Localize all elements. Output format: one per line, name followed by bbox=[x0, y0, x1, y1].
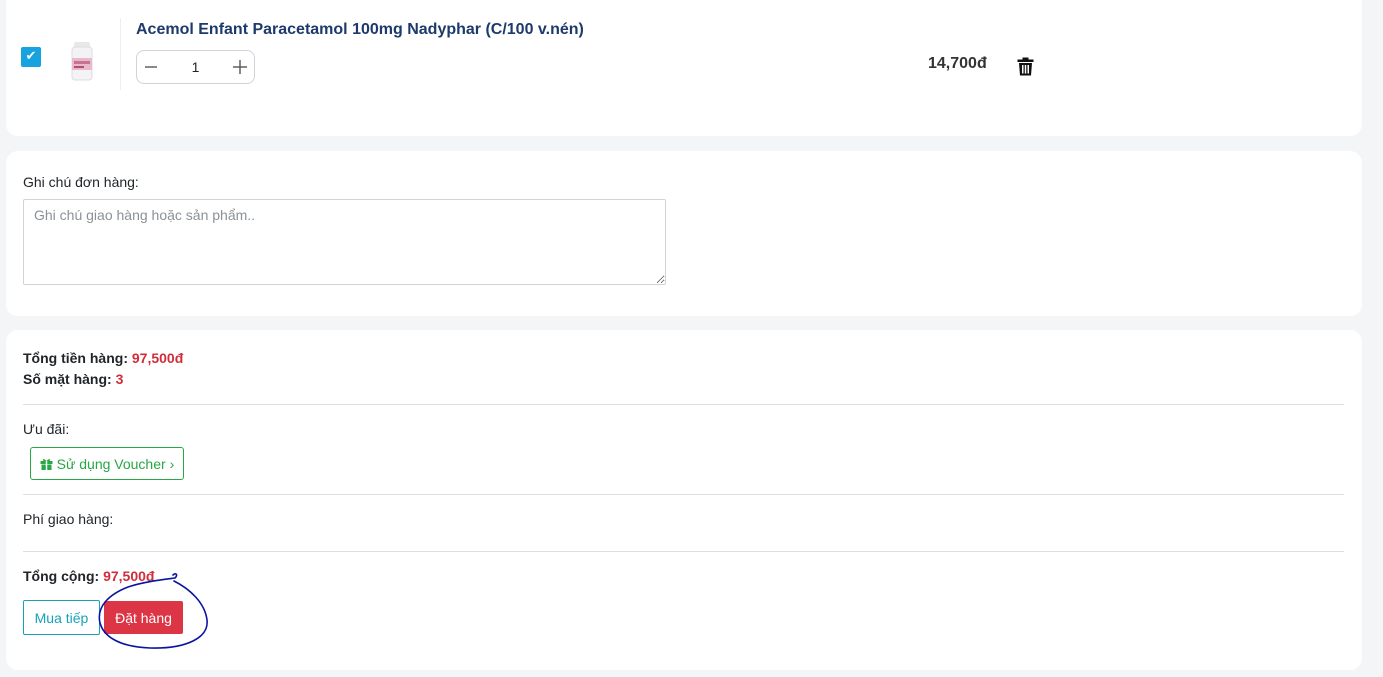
thumbnail-divider bbox=[120, 18, 121, 90]
decrease-quantity-button[interactable] bbox=[137, 51, 165, 83]
subtotal-label: Tổng tiền hàng: bbox=[23, 350, 128, 366]
subtotal-value: 97,500đ bbox=[131, 350, 184, 366]
promo-label: Ưu đãi: bbox=[23, 421, 70, 437]
place-order-button[interactable]: Đặt hàng bbox=[104, 601, 183, 634]
summary-divider bbox=[23, 404, 1344, 405]
total-value: 97,500đ bbox=[103, 568, 155, 584]
item-count-label: Số mặt hàng: bbox=[23, 371, 112, 387]
total-label: Tổng cộng: bbox=[23, 568, 100, 584]
check-icon: ✔ bbox=[25, 49, 37, 64]
item-select-checkbox[interactable]: ✔ bbox=[21, 47, 41, 67]
continue-shopping-button[interactable]: Mua tiếp bbox=[23, 600, 100, 635]
use-voucher-button[interactable]: Sử dụng Voucher › bbox=[30, 447, 184, 480]
trash-icon bbox=[1017, 57, 1034, 76]
shipping-fee-label: Phí giao hàng: bbox=[23, 511, 114, 527]
minus-icon bbox=[145, 66, 157, 68]
delete-item-button[interactable] bbox=[1017, 57, 1034, 76]
summary-divider bbox=[23, 551, 1344, 552]
item-price: 14,700đ bbox=[928, 55, 987, 72]
summary-divider bbox=[23, 494, 1344, 495]
chevron-right-icon: › bbox=[169, 455, 175, 472]
total-row: Tổng cộng: 97,500đ bbox=[23, 568, 154, 584]
subtotal-row: Tổng tiền hàng: 97,500đ bbox=[23, 350, 183, 366]
order-note-textarea[interactable] bbox=[23, 199, 666, 285]
product-name[interactable]: Acemol Enfant Paracetamol 100mg Nadyphar… bbox=[136, 21, 584, 39]
item-count-row: Số mặt hàng: 3 bbox=[23, 371, 123, 387]
item-count-value: 3 bbox=[115, 371, 124, 387]
quantity-stepper: 1 bbox=[136, 50, 255, 84]
plus-icon bbox=[233, 60, 247, 74]
order-note-card: Ghi chú đơn hàng: bbox=[6, 151, 1362, 316]
increase-quantity-button[interactable] bbox=[226, 51, 254, 83]
quantity-value[interactable]: 1 bbox=[165, 59, 226, 75]
gift-icon bbox=[40, 458, 53, 470]
order-note-label: Ghi chú đơn hàng: bbox=[23, 174, 139, 190]
product-thumbnail[interactable] bbox=[64, 40, 100, 84]
cart-item-card: ✔ Acemol Enfant Paracetamol 100mg Nadyph… bbox=[6, 0, 1362, 136]
order-summary-card: Tổng tiền hàng: 97,500đ Số mặt hàng: 3 Ư… bbox=[6, 330, 1362, 670]
voucher-button-label: Sử dụng Voucher bbox=[56, 455, 166, 472]
